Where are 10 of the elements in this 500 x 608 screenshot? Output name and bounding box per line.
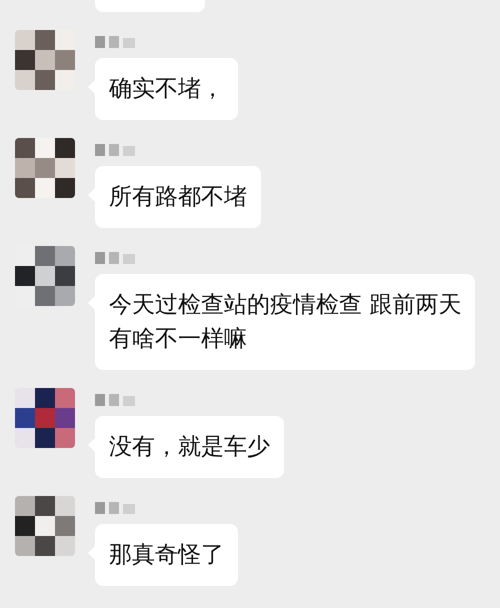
- blurred-name-drawing: [95, 36, 135, 48]
- blurred-name-drawing: [95, 144, 135, 156]
- blurred-name-drawing: [95, 502, 135, 514]
- message-text: 那真奇怪了: [109, 541, 224, 570]
- message-text: 今天过检查站的疫情检查 跟前两天 有啥不一样嘛: [109, 291, 462, 354]
- blurred-name-drawing: [95, 252, 135, 264]
- message-text: 确实不堵，: [109, 75, 224, 104]
- message-text: 所有路都不堵: [109, 183, 247, 212]
- blurred-name-drawing: [95, 394, 135, 406]
- message-text: 没有，就是车少: [109, 433, 270, 462]
